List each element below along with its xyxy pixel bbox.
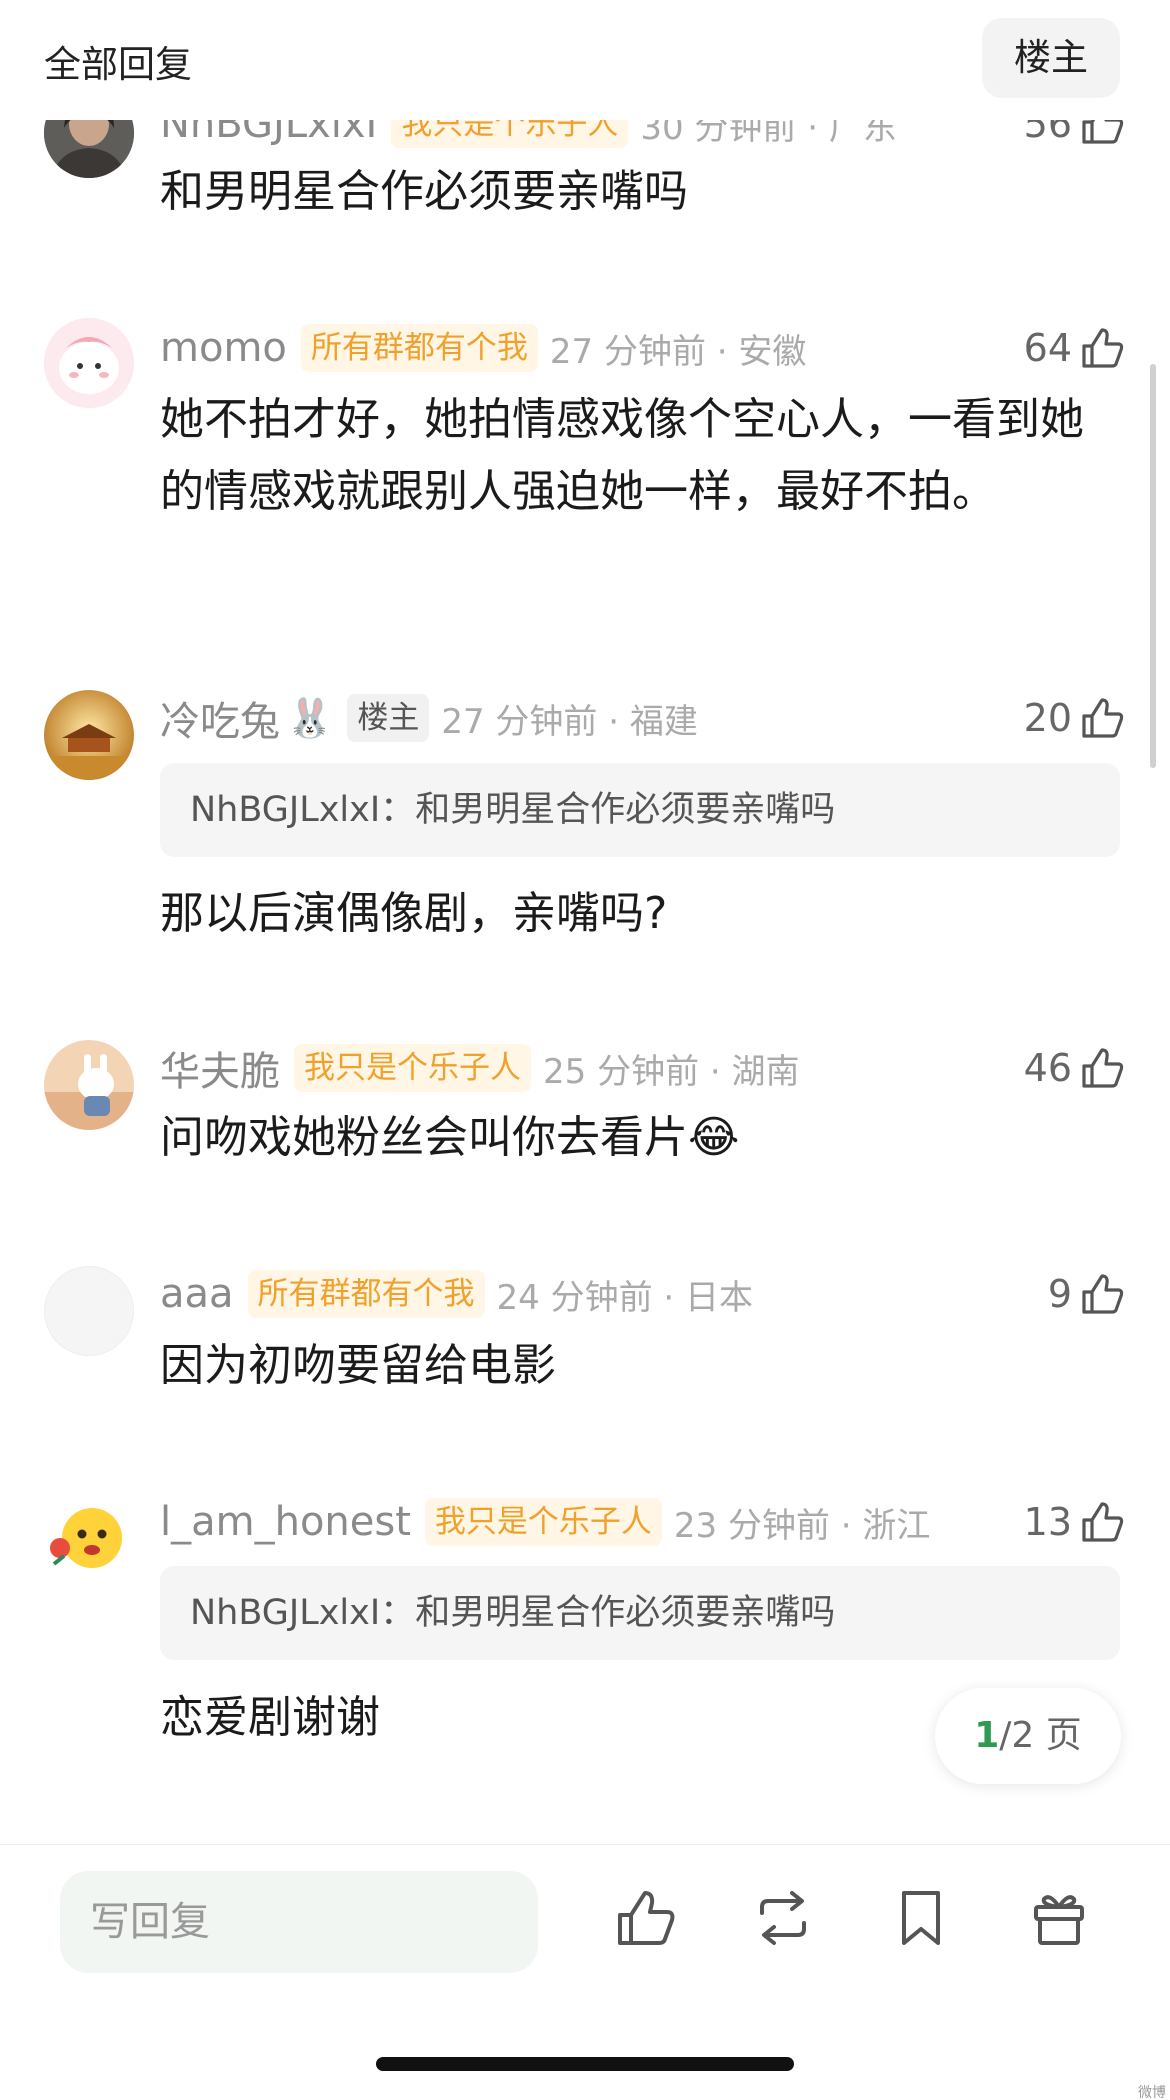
rabbit-emoji-icon: 🐰	[286, 695, 334, 740]
like-count: 9	[1047, 1272, 1072, 1316]
thumbs-up-icon[interactable]	[1078, 694, 1126, 742]
quoted-reply[interactable]: NhBGJLxlxI：和男明星合作必须要亲嘴吗	[160, 1566, 1120, 1660]
comment-text: 因为初吻要留给电影	[160, 1340, 556, 1391]
fan-badge: 我只是个乐子人	[424, 1498, 662, 1546]
comment-meta: 华夫脆 我只是个乐子人 25 分钟前 · 湖南	[160, 1040, 800, 1096]
current-page: 1	[974, 1715, 1000, 1756]
thumbs-up-icon[interactable]	[1078, 1498, 1126, 1546]
quoted-username: NhBGJLxlxI：	[190, 790, 416, 830]
bookmark-icon[interactable]	[888, 1885, 954, 1951]
laughing-emoji-icon: 😂	[688, 1112, 740, 1163]
username[interactable]: aaa	[160, 1271, 234, 1317]
like-group[interactable]: 9	[1048, 1266, 1126, 1322]
owner-badge: 楼主	[347, 694, 430, 742]
username[interactable]: 冷吃兔	[160, 689, 280, 747]
like-count: 13	[1023, 1500, 1072, 1544]
comment-meta: aaa 所有群都有个我 24 分钟前 · 日本	[160, 1266, 753, 1322]
home-indicator	[376, 2057, 794, 2071]
bunny-cartoon-avatar[interactable]	[44, 1040, 134, 1130]
comment-time-location: 27 分钟前 · 福建	[441, 701, 698, 742]
quoted-text: 和男明星合作必须要亲嘴吗	[415, 790, 836, 830]
like-group[interactable]: 13	[1024, 1494, 1126, 1550]
page-indicator[interactable]: 1/2 页	[935, 1688, 1121, 1784]
blank-avatar[interactable]	[44, 1266, 134, 1356]
fan-badge: 所有群都有个我	[247, 1270, 485, 1318]
repost-icon[interactable]	[750, 1885, 816, 1951]
username[interactable]: 华夫脆	[160, 1039, 280, 1097]
fan-badge: 所有群都有个我	[300, 324, 538, 372]
username[interactable]: momo	[160, 325, 287, 371]
total-pages: /2 页	[999, 1715, 1082, 1756]
comment-time-location: 25 分钟前 · 湖南	[543, 1051, 800, 1092]
comment-text: 问吻戏她粉丝会叫你去看片😂	[160, 1102, 1090, 1174]
owner-only-button[interactable]: 楼主	[982, 18, 1120, 98]
reply-input[interactable]: 写回复	[60, 1871, 538, 1973]
gift-icon[interactable]	[1026, 1885, 1092, 1951]
page-title: 全部回复	[44, 43, 192, 86]
quoted-username: NhBGJLxlxI：	[190, 1593, 416, 1633]
like-count: 64	[1023, 326, 1072, 370]
comment-list[interactable]: NhBGJLxlxI 我只是个乐子人 30 分钟前 · 广东 56 和男明星合作…	[0, 0, 1170, 1840]
like-icon[interactable]	[612, 1885, 678, 1951]
comment-meta: 冷吃兔 🐰 楼主 27 分钟前 · 福建	[160, 690, 698, 746]
like-group[interactable]: 20	[1024, 690, 1126, 746]
emoji-flower-avatar[interactable]	[44, 1494, 134, 1584]
scrollbar[interactable]	[1150, 364, 1156, 768]
comment-time-location: 24 分钟前 · 日本	[496, 1277, 754, 1318]
comment-text-body: 问吻戏她粉丝会叫你去看片	[160, 1112, 688, 1163]
thumbs-up-icon[interactable]	[1078, 1270, 1126, 1318]
like-count: 20	[1023, 696, 1072, 740]
comment-text: 她不拍才好，她拍情感戏像个空心人，一看到她的情感戏就跟别人强迫她一样，最好不拍。	[160, 394, 1084, 517]
quoted-reply[interactable]: NhBGJLxlxI：和男明星合作必须要亲嘴吗	[160, 763, 1120, 857]
like-count: 46	[1023, 1046, 1072, 1090]
thumbs-up-icon[interactable]	[1078, 1044, 1126, 1092]
username[interactable]: l_am_honest	[160, 1499, 411, 1545]
bottom-action-bar: 写回复	[0, 1844, 1170, 2100]
like-group[interactable]: 64	[1024, 320, 1126, 376]
comment-time-location: 27 分钟前 · 安徽	[549, 331, 807, 372]
watermark: 微博	[1138, 2085, 1166, 2100]
comment-meta: momo 所有群都有个我 27 分钟前 · 安徽	[160, 320, 806, 376]
comment-text: 和男明星合作必须要亲嘴吗	[160, 166, 688, 217]
quoted-text: 和男明星合作必须要亲嘴吗	[415, 1593, 836, 1633]
comment-time-location: 23 分钟前 · 浙江	[673, 1505, 931, 1546]
top-bar: 全部回复 楼主	[0, 0, 1170, 120]
comment-meta: l_am_honest 我只是个乐子人 23 分钟前 · 浙江	[160, 1494, 930, 1550]
golden-palace-avatar[interactable]	[44, 690, 134, 780]
like-group[interactable]: 46	[1024, 1040, 1126, 1096]
fan-badge: 我只是个乐子人	[294, 1044, 531, 1092]
comment-text: 那以后演偶像剧，亲嘴吗?	[160, 888, 668, 939]
thumbs-up-icon[interactable]	[1078, 324, 1126, 372]
pink-cartoon-avatar[interactable]	[44, 318, 134, 408]
